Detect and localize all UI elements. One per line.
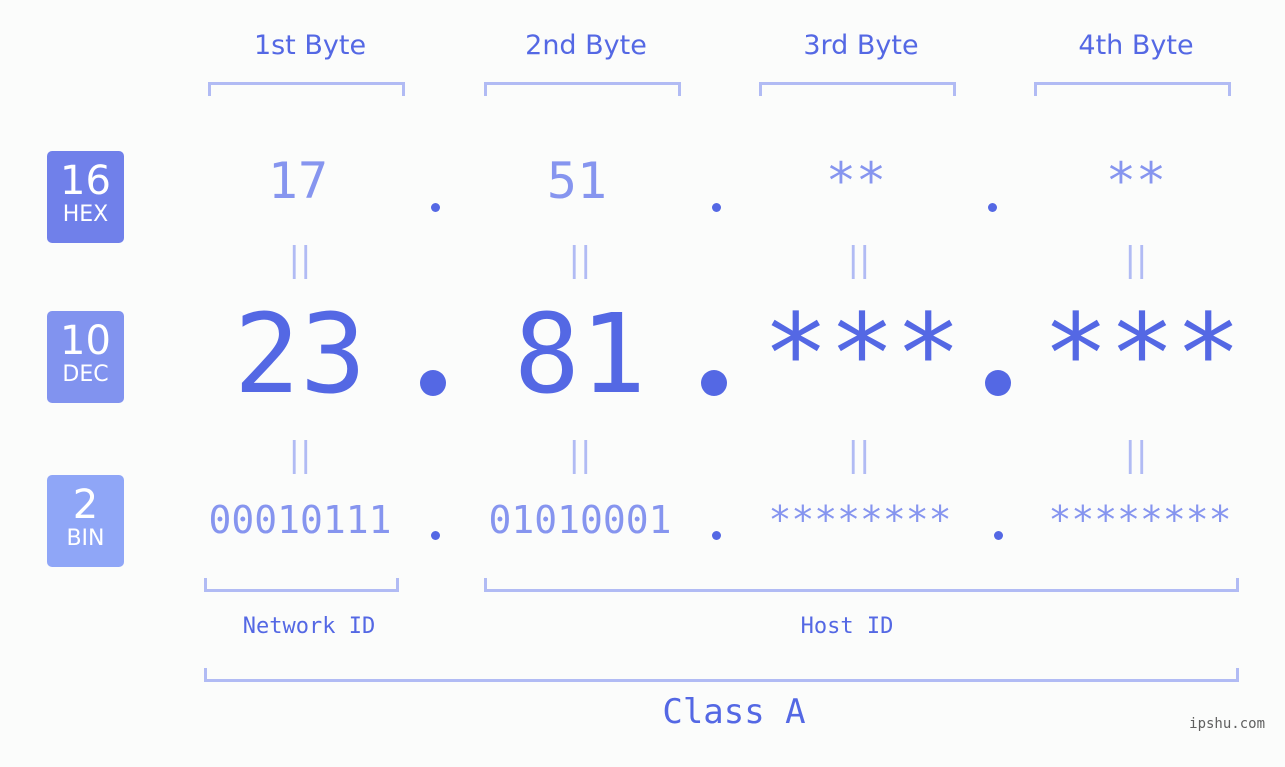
bin-value-3: ******** [768,498,952,542]
dec-badge: 10 DEC [47,311,124,403]
bin-badge: 2 BIN [47,475,124,567]
bin-dot-2 [712,531,721,540]
dec-value-4: *** [1042,290,1242,418]
host-id-bracket [484,578,1239,592]
dec-value-1: 23 [233,290,367,418]
network-id-bracket [204,578,399,592]
equals-icon: || [568,240,592,280]
dec-dot-3 [985,370,1011,396]
byte-bracket-1 [208,82,405,96]
byte-label-1: 1st Byte [253,30,367,61]
dec-dot-2 [701,370,727,396]
hex-dot-1 [431,203,440,212]
equals-icon: || [288,435,312,475]
network-id-label: Network ID [242,614,376,639]
hex-value-2: 51 [546,152,608,210]
byte-label-3: 3rd Byte [803,30,919,61]
equals-icon: || [1124,240,1148,280]
equals-icon: || [847,240,871,280]
byte-bracket-2 [484,82,681,96]
dec-base-label: DEC [62,362,109,387]
bin-dot-3 [994,531,1003,540]
dec-base-number: 10 [60,318,111,364]
byte-label-4: 4th Byte [1078,30,1194,61]
dec-dot-1 [420,370,446,396]
dec-value-3: *** [762,290,962,418]
equals-icon: || [568,435,592,475]
hex-badge: 16 HEX [47,151,124,243]
bin-value-1: 00010111 [208,498,392,542]
dec-value-2: 81 [513,290,647,418]
hex-base-number: 16 [60,158,111,204]
byte-bracket-4 [1034,82,1231,96]
class-bracket [204,668,1239,682]
hex-value-3: ** [825,152,887,210]
bin-base-label: BIN [66,526,105,551]
hex-value-4: ** [1105,152,1167,210]
bin-value-4: ******** [1048,498,1232,542]
host-id-label: Host ID [800,614,894,639]
watermark: ipshu.com [1189,716,1265,732]
class-label: Class A [662,692,806,732]
hex-base-label: HEX [62,202,109,227]
byte-bracket-3 [759,82,956,96]
bin-dot-1 [431,531,440,540]
equals-icon: || [1124,435,1148,475]
hex-value-1: 17 [267,152,329,210]
byte-label-2: 2nd Byte [525,30,647,61]
hex-dot-2 [712,203,721,212]
equals-icon: || [847,435,871,475]
equals-icon: || [288,240,312,280]
hex-dot-3 [988,203,997,212]
bin-value-2: 01010001 [488,498,672,542]
bin-base-number: 2 [72,482,99,528]
